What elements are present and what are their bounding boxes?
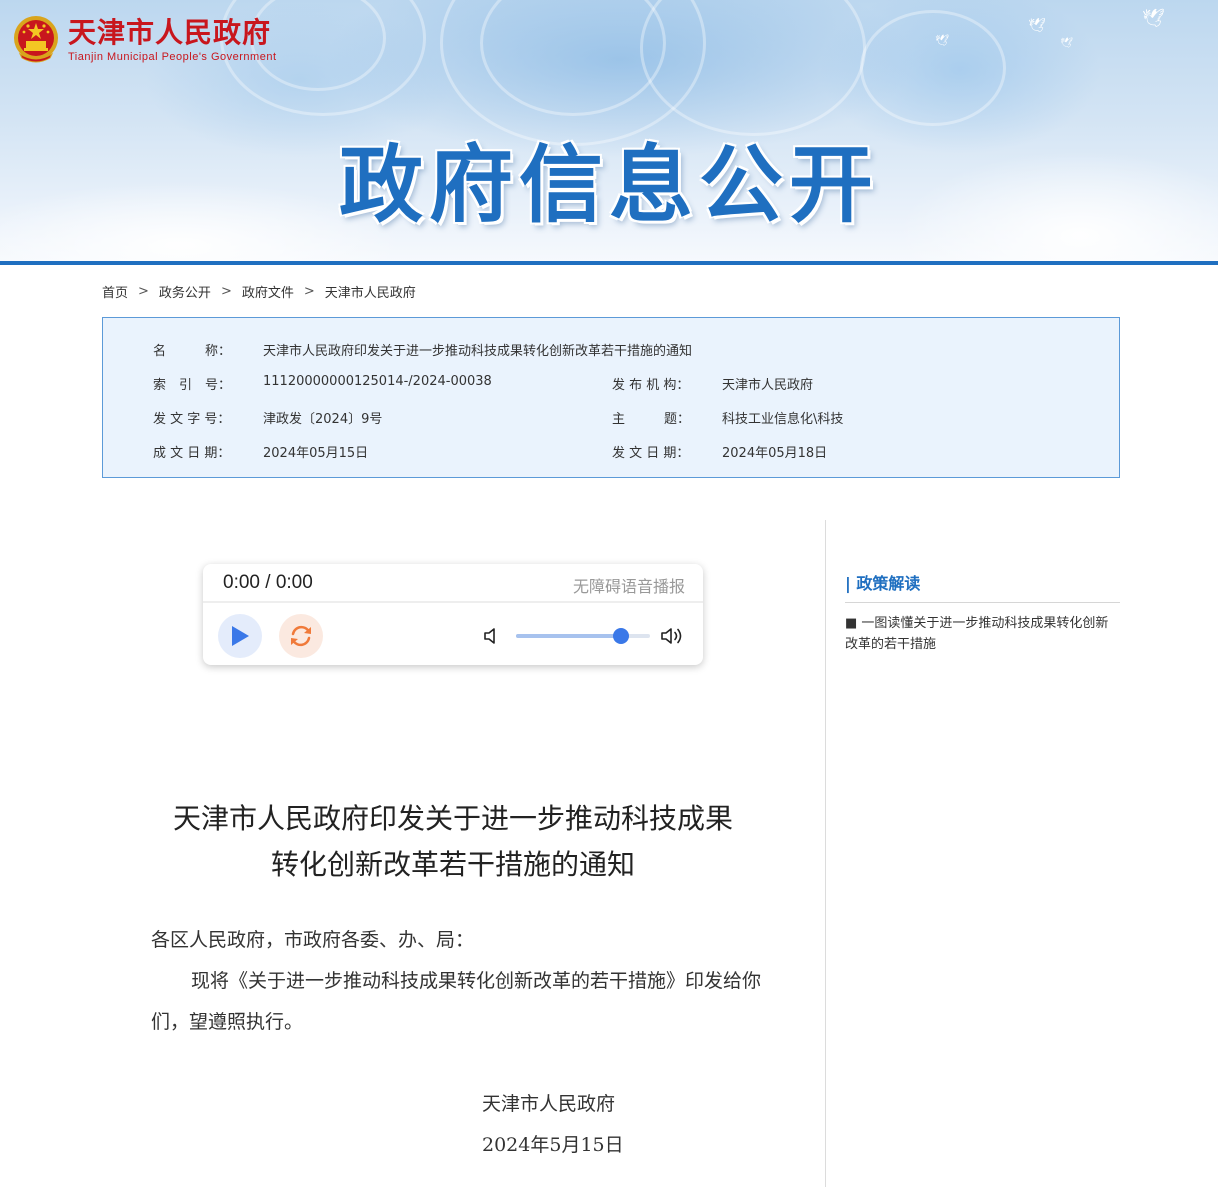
sidebar-list: ■ 一图读懂关于进一步推动科技成果转化创新改革的若干措施 xyxy=(845,613,1120,655)
document-signature: 天津市人民政府 2024年5月15日 xyxy=(482,1084,624,1166)
volume-high-icon[interactable] xyxy=(660,625,686,647)
meta-row-issued-date: 发 文 日 期： 2024年05月18日 xyxy=(612,442,827,461)
document-metadata-panel: 名 称： 天津市人民政府印发关于进一步推动科技成果转化创新改革若干措施的通知 索… xyxy=(102,317,1120,478)
document-title-line: 天津市人民政府印发关于进一步推动科技成果 xyxy=(172,802,733,835)
breadcrumb-gov-documents[interactable]: 政府文件 xyxy=(242,282,294,301)
audio-player: 0:00 / 0:00 无障碍语音播报 xyxy=(203,564,703,665)
breadcrumb-home[interactable]: 首页 xyxy=(102,282,128,301)
breadcrumb: 首页 > 政务公开 > 政府文件 > 天津市人民政府 xyxy=(102,282,416,301)
volume-slider-fill xyxy=(516,634,621,638)
banner-decoration xyxy=(860,10,1006,126)
meta-label: 主 题： xyxy=(612,412,691,427)
meta-value-issued-date: 2024年05月18日 xyxy=(722,446,828,461)
player-divider xyxy=(203,601,703,603)
meta-label: 索 引 号： xyxy=(153,378,232,393)
content-sidebar-divider xyxy=(825,520,826,1187)
breadcrumb-gov-affairs[interactable]: 政务公开 xyxy=(159,282,211,301)
volume-mute-icon[interactable] xyxy=(483,626,501,646)
document-body: 各区人民政府，市政府各委、办、局： 现将《关于进一步推动科技成果转化创新改革的若… xyxy=(151,920,761,1043)
document-salutation: 各区人民政府，市政府各委、办、局： xyxy=(151,929,475,951)
page-banner-title: 政府信息公开 xyxy=(338,136,879,234)
meta-label: 发 布 机 构： xyxy=(612,378,690,393)
meta-value-docno: 津政发〔2024〕9号 xyxy=(263,412,383,427)
sidebar-item-policy-interpretation[interactable]: ■ 一图读懂关于进一步推动科技成果转化创新改革的若干措施 xyxy=(845,616,1108,652)
breadcrumb-separator: > xyxy=(220,284,232,299)
meta-label: 发 文 日 期： xyxy=(612,446,690,461)
document-signer: 天津市人民政府 xyxy=(482,1093,616,1115)
document-paragraph: 现将《关于进一步推动科技成果转化创新改革的若干措施》印发给你们，望遵照执行。 xyxy=(151,970,762,1033)
loop-button[interactable] xyxy=(279,614,323,658)
breadcrumb-separator: > xyxy=(303,284,315,299)
loop-icon xyxy=(291,625,311,647)
meta-value-publisher: 天津市人民政府 xyxy=(722,378,814,393)
meta-row-written-date: 成 文 日 期： 2024年05月15日 xyxy=(153,442,368,461)
header-banner: 天津市人民政府 Tianjin Municipal People's Gover… xyxy=(0,0,1218,261)
volume-slider-knob[interactable] xyxy=(612,628,629,644)
bird-decoration: 🕊 xyxy=(1060,38,1073,49)
meta-row-docno: 发 文 字 号： 津政发〔2024〕9号 xyxy=(153,408,382,427)
document-title: 天津市人民政府印发关于进一步推动科技成果 转化创新改革若干措施的通知 xyxy=(120,796,786,888)
site-logo[interactable]: 天津市人民政府 Tianjin Municipal People's Gover… xyxy=(12,14,277,66)
sidebar-heading-label: | 政策解读 xyxy=(845,574,921,593)
player-title: 无障碍语音播报 xyxy=(572,577,685,596)
banner-decoration xyxy=(640,0,866,136)
meta-label: 发 文 字 号： xyxy=(153,412,231,427)
meta-value-topic: 科技工业信息化\科技 xyxy=(722,412,844,427)
breadcrumb-municipal-gov[interactable]: 天津市人民政府 xyxy=(325,282,416,301)
meta-value-index: 11120000000125014-/2024-00038 xyxy=(263,374,492,389)
meta-value-name: 天津市人民政府印发关于进一步推动科技成果转化创新改革若干措施的通知 xyxy=(263,344,693,359)
meta-row-index: 索 引 号： 11120000000125014-/2024-00038 xyxy=(153,374,492,393)
banner-divider xyxy=(0,261,1218,265)
meta-label: 成 文 日 期： xyxy=(153,446,231,461)
meta-row-name: 名 称： 天津市人民政府印发关于进一步推动科技成果转化创新改革若干措施的通知 xyxy=(153,340,692,359)
logo-title-cn: 天津市人民政府 xyxy=(68,16,272,49)
bird-decoration: 🕊 xyxy=(935,34,949,47)
logo-title-en: Tianjin Municipal People's Government xyxy=(68,51,277,63)
volume-slider[interactable] xyxy=(516,628,650,644)
document-title-line: 转化创新改革若干措施的通知 xyxy=(270,848,635,881)
play-icon xyxy=(232,626,249,646)
play-button[interactable] xyxy=(218,614,262,658)
bird-decoration: 🕊 xyxy=(1142,8,1165,29)
meta-row-publisher: 发 布 机 构： 天津市人民政府 xyxy=(612,374,813,393)
meta-label: 名 称： xyxy=(153,344,232,359)
player-time: 0:00 / 0:00 xyxy=(223,572,313,593)
document-date: 2024年5月15日 xyxy=(482,1134,624,1156)
national-emblem-icon xyxy=(14,16,58,63)
bird-decoration: 🕊 xyxy=(1028,18,1046,34)
meta-value-written-date: 2024年05月15日 xyxy=(263,446,369,461)
sidebar-heading: | 政策解读 xyxy=(845,570,1120,603)
meta-row-topic: 主 题： 科技工业信息化\科技 xyxy=(612,408,843,427)
breadcrumb-separator: > xyxy=(138,284,149,299)
